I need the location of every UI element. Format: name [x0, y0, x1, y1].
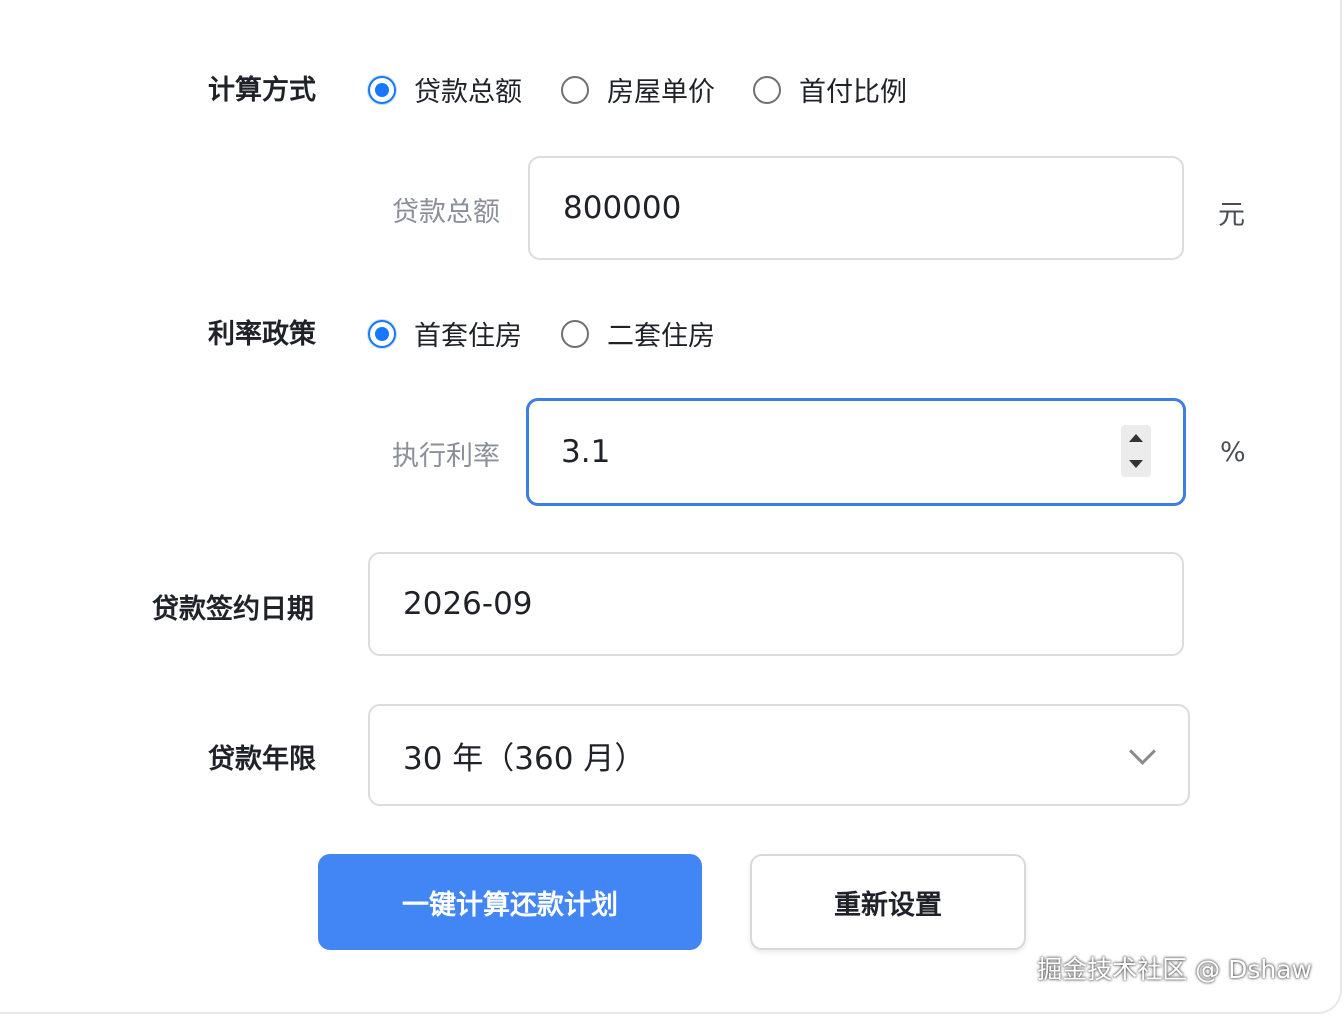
sign-date-value: 2026-09 [403, 586, 533, 622]
exec-rate-unit: % [1220, 437, 1246, 468]
radio-unchecked-icon [753, 75, 781, 104]
radio-checked-icon [368, 75, 396, 104]
chevron-down-icon [1129, 738, 1156, 765]
exec-rate-label: 执行利率 [392, 441, 500, 472]
loan-term-select[interactable]: 30 年（360 月） [368, 704, 1190, 806]
calc-method-label: 计算方式 [208, 75, 316, 106]
calculator-form: 计算方式 贷款总额 房屋单价 首付比例 贷款总额 800000 元 利率政策 首… [0, 0, 1342, 1014]
radio-unit-price[interactable]: 房屋单价 [561, 70, 715, 109]
radio-unchecked-icon [561, 319, 589, 348]
radio-down-payment-label: 首付比例 [799, 77, 907, 108]
radio-first-home-label: 首套住房 [414, 321, 522, 352]
calculate-button[interactable]: 一键计算还款计划 [318, 854, 702, 950]
radio-loan-total[interactable]: 贷款总额 [368, 70, 522, 109]
radio-checked-icon [368, 319, 396, 348]
radio-first-home[interactable]: 首套住房 [368, 314, 522, 353]
watermark: 掘金技术社区 @ Dshaw [1037, 955, 1312, 984]
radio-unchecked-icon [561, 75, 589, 104]
radio-loan-total-label: 贷款总额 [414, 77, 522, 108]
radio-second-home[interactable]: 二套住房 [561, 314, 715, 353]
loan-amount-label: 贷款总额 [392, 197, 500, 228]
loan-amount-value: 800000 [563, 190, 682, 226]
spinner-down-icon[interactable] [1129, 460, 1143, 468]
number-spinner[interactable] [1121, 425, 1151, 477]
sign-date-input[interactable]: 2026-09 [368, 552, 1184, 656]
radio-second-home-label: 二套住房 [607, 321, 715, 352]
loan-amount-input[interactable]: 800000 [528, 156, 1184, 260]
radio-down-payment[interactable]: 首付比例 [753, 70, 907, 109]
loan-term-value: 30 年（360 月） [403, 740, 646, 777]
loan-amount-unit: 元 [1218, 200, 1245, 231]
spinner-up-icon[interactable] [1129, 434, 1143, 442]
radio-unit-price-label: 房屋单价 [607, 77, 715, 108]
exec-rate-value: 3.1 [561, 434, 611, 470]
sign-date-label: 贷款签约日期 [152, 594, 314, 625]
reset-button[interactable]: 重新设置 [750, 854, 1026, 950]
loan-term-label: 贷款年限 [208, 744, 316, 775]
exec-rate-input[interactable]: 3.1 [526, 398, 1186, 506]
rate-policy-label: 利率政策 [208, 319, 316, 350]
